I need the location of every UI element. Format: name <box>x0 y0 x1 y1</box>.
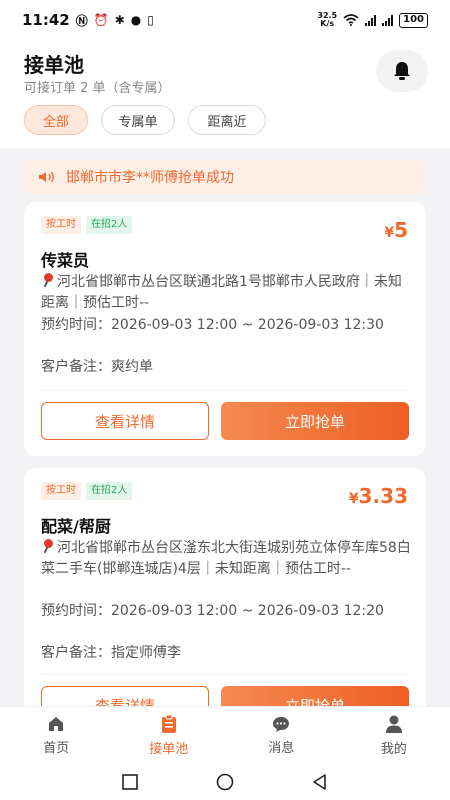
bluetooth-icon: ✱ <box>114 13 125 27</box>
order-remark: 客户备注：指定师傅李 <box>41 645 181 661</box>
announcement-text: 邯郸市市李**师傅抢单成功 <box>66 170 234 186</box>
announcement-bar: 邯郸市市李**师傅抢单成功 <box>24 160 426 194</box>
home-icon <box>49 717 64 731</box>
header: 接单池 可接订单 2 单（含专属） 全部 专属单 距离近 <box>0 40 450 148</box>
nav-item-order-pool[interactable]: 接单池 <box>113 707 226 764</box>
system-navigation-bar <box>0 764 450 800</box>
order-price: ¥3.33 <box>348 484 408 508</box>
order-card: 按工时 在招2人 ¥5 传菜员 河北省邯郸市丛台区联通北路1号邯郸市人民政府｜未… <box>24 202 426 456</box>
job-title: 配菜/帮厨 <box>41 517 111 536</box>
order-card: 按工时 在招2人 ¥3.33 配菜/帮厨 河北省邯郸市丛台区滏东北大街连城别苑立… <box>24 468 426 738</box>
nfc-icon: Ⓝ <box>75 13 88 28</box>
nav-item-home[interactable]: 首页 <box>0 707 113 764</box>
chat-icon <box>273 717 290 732</box>
wifi-icon <box>343 14 359 26</box>
nav-item-profile[interactable]: 我的 <box>338 707 450 764</box>
speaker-icon <box>39 171 54 183</box>
page-title: 接单池 <box>24 53 84 77</box>
battery-icon: 100 <box>399 12 428 28</box>
order-remark: 客户备注：爽约单 <box>41 359 153 375</box>
order-appointment: 预约时间：2026-09-03 12:00 ~ 2026-09-03 12:20 <box>41 603 384 619</box>
order-tags: 按工时 在招2人 <box>41 482 133 500</box>
billing-type-tag: 按工时 <box>41 216 81 234</box>
back-icon[interactable] <box>311 773 329 791</box>
bottom-nav: 首页 接单池 消息 我的 <box>0 706 450 764</box>
job-title: 传菜员 <box>41 251 90 270</box>
page-subtitle: 可接订单 2 单（含专属） <box>24 81 171 96</box>
order-tags: 按工时 在招2人 <box>41 216 133 234</box>
hiring-count-tag: 在招2人 <box>86 216 133 234</box>
net-speed: 32.5 K/s <box>317 11 338 28</box>
signal-icon <box>365 14 377 26</box>
order-address: 河北省邯郸市丛台区滏东北大街连城别苑立体停车库58白菜二手车(邯郸连城店)4层｜… <box>41 539 411 577</box>
order-appointment: 预约时间：2026-09-03 12:00 ~ 2026-09-03 12:30 <box>41 317 384 333</box>
card-divider <box>41 674 409 675</box>
status-time: 11:42 <box>22 11 70 29</box>
status-bar: 11:42 Ⓝ ⏰ ✱ ● ▯ 32.5 K/s 100 <box>0 0 450 40</box>
location-icon: ● <box>130 13 142 27</box>
order-price: ¥5 <box>384 218 408 242</box>
alarm-icon: ⏰ <box>93 13 109 27</box>
home-circle-icon[interactable] <box>215 772 235 792</box>
filter-chip-exclusive[interactable]: 专属单 <box>101 105 175 135</box>
status-left: 11:42 Ⓝ ⏰ ✱ ● ▯ <box>22 11 154 29</box>
recent-apps-icon[interactable] <box>121 773 139 791</box>
vibrate-icon: ▯ <box>147 13 154 27</box>
hiring-count-tag: 在招2人 <box>86 482 133 500</box>
notification-button[interactable] <box>376 50 428 92</box>
filter-chip-nearby[interactable]: 距离近 <box>188 105 266 135</box>
status-right: 32.5 K/s 100 <box>317 12 428 28</box>
clipboard-icon <box>161 714 176 733</box>
billing-type-tag: 按工时 <box>41 482 81 500</box>
filter-tabs: 全部 专属单 距离近 <box>24 105 266 135</box>
grab-order-button[interactable]: 立即抢单 <box>221 402 409 440</box>
user-icon <box>385 715 402 733</box>
bell-icon <box>394 62 410 80</box>
order-address: 河北省邯郸市丛台区联通北路1号邯郸市人民政府｜未知距离｜预估工时-- <box>41 273 402 311</box>
pin-icon <box>41 539 55 553</box>
pin-icon <box>41 273 55 287</box>
nav-item-messages[interactable]: 消息 <box>225 707 338 764</box>
card-divider <box>41 390 409 391</box>
view-details-button[interactable]: 查看详情 <box>41 402 209 440</box>
signal-icon-2 <box>382 14 394 26</box>
filter-chip-all[interactable]: 全部 <box>24 105 88 135</box>
